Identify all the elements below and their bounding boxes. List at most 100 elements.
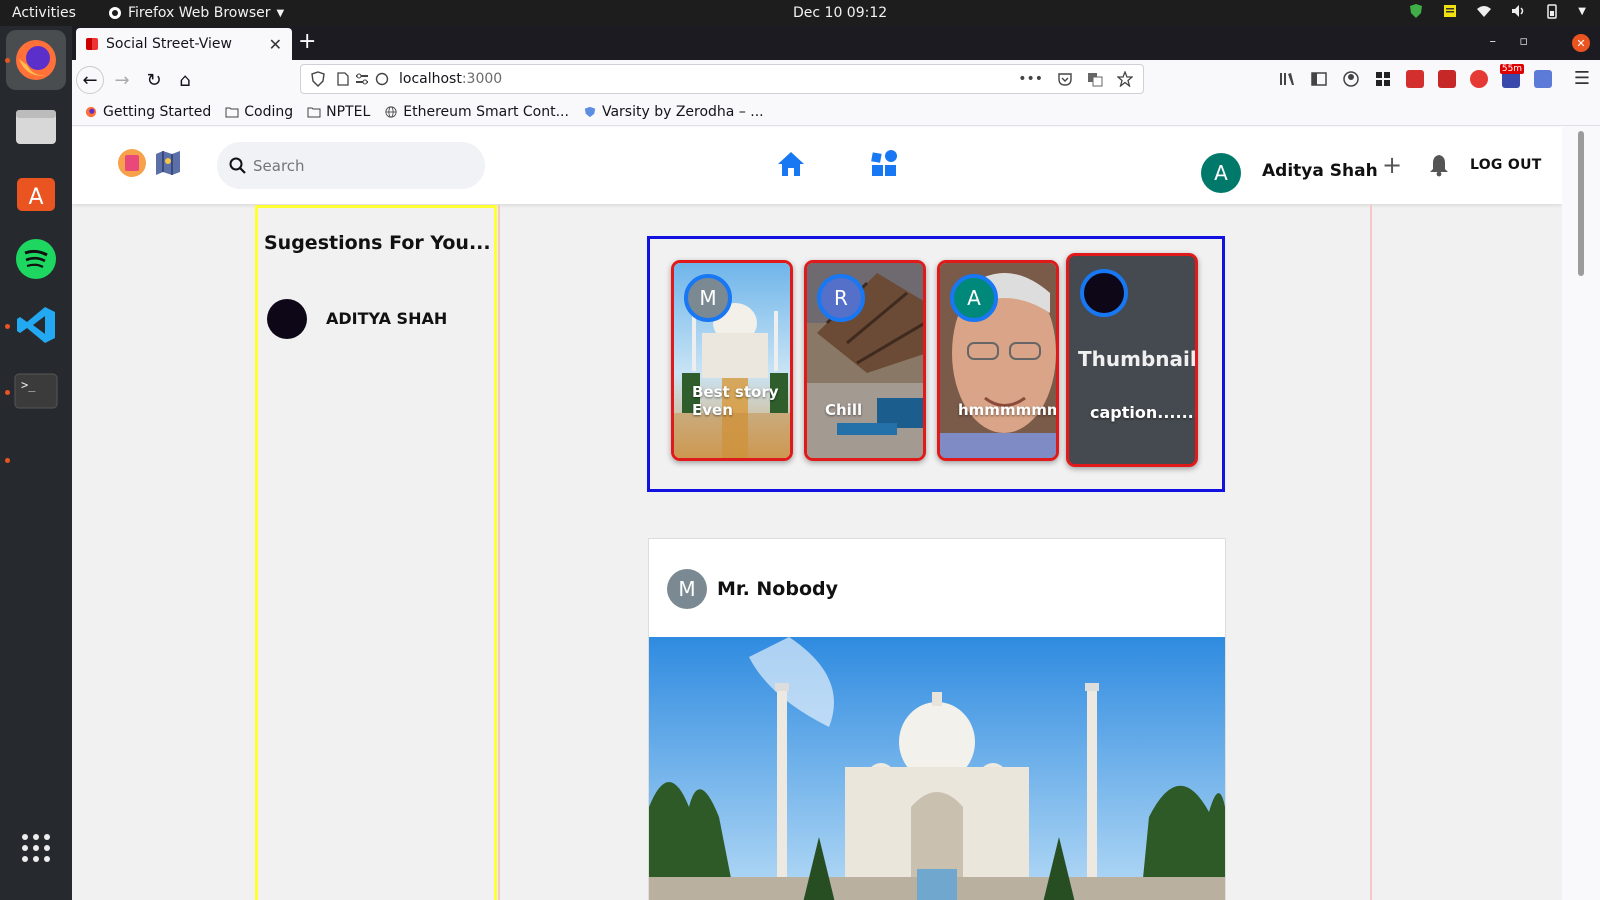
back-button[interactable]: ← [76, 66, 104, 94]
extensions-grid-icon[interactable] [1374, 70, 1392, 88]
show-applications-button[interactable] [6, 818, 66, 878]
vertical-scrollbar[interactable] [1562, 127, 1600, 900]
story-card[interactable]: M Best story Even [671, 260, 793, 461]
chevron-down-icon: ▼ [276, 7, 285, 19]
avatar: M [684, 274, 732, 322]
post-author[interactable]: Mr. Nobody [717, 578, 838, 600]
new-tab-button[interactable]: + [298, 31, 316, 53]
dock-spotify[interactable] [6, 229, 66, 289]
app-logo[interactable] [118, 149, 146, 177]
files-icon [16, 110, 56, 144]
tab-strip: Social Street-View ✕ + – ▫ ✕ [72, 26, 1600, 60]
post-image[interactable] [649, 637, 1225, 900]
translate-icon[interactable] [1087, 71, 1103, 87]
avatar [1080, 269, 1128, 317]
favicon-icon [86, 38, 98, 50]
app-header: A Aditya Shah + LOG OUT [72, 127, 1562, 204]
suggestions-sidebar: Sugestions For You... ADITYA SHAH [255, 205, 497, 900]
page-content: A Aditya Shah + LOG OUT Sugestions For Y… [72, 127, 1600, 900]
map-logo-icon[interactable] [154, 149, 182, 177]
bookmark-nptel[interactable]: NPTEL [307, 104, 370, 120]
firefox-icon [85, 106, 97, 117]
folder-icon [225, 107, 239, 117]
story-caption: caption...... [1090, 403, 1194, 422]
clock[interactable]: Dec 10 09:12 [793, 5, 887, 21]
shield-icon[interactable] [1408, 3, 1424, 19]
bookmark-label: Coding [244, 103, 294, 120]
close-window-button[interactable]: ✕ [1572, 34, 1590, 52]
dock-software[interactable]: A [6, 162, 66, 222]
dock-firefox[interactable] [6, 30, 66, 90]
extension-timer-icon[interactable]: 55m [1499, 63, 1525, 88]
home-button[interactable]: ⌂ [171, 66, 199, 94]
extension-pen-icon[interactable] [1437, 69, 1456, 88]
shield-icon[interactable] [311, 71, 325, 87]
search-input[interactable] [253, 156, 453, 175]
avatar[interactable] [267, 299, 307, 339]
software-store-icon: A [17, 178, 55, 211]
url-bar[interactable]: localhost:3000 ••• [300, 64, 1144, 94]
library-icon[interactable] [1278, 70, 1296, 88]
dock-files[interactable] [6, 96, 66, 156]
minimize-button[interactable]: – [1490, 34, 1497, 49]
bookmark-label: Getting Started [103, 103, 212, 120]
running-indicator [5, 58, 10, 63]
permissions-icon[interactable] [355, 72, 369, 86]
firefox-icon [109, 7, 121, 19]
translate-extension-icon[interactable] [1533, 69, 1552, 88]
page-icon[interactable] [337, 72, 349, 86]
vscode-icon [17, 307, 55, 343]
app-menu-label: Firefox Web Browser [128, 5, 271, 21]
screenshot-icon[interactable] [1469, 69, 1488, 88]
add-icon[interactable]: + [1382, 151, 1402, 179]
close-tab-icon[interactable]: ✕ [269, 35, 282, 54]
dock-terminal[interactable]: >_ [6, 361, 66, 421]
chevron-down-icon[interactable]: ▼ [1578, 6, 1586, 17]
extension-red-icon[interactable] [1405, 69, 1424, 88]
bookmark-getting-started[interactable]: Getting Started [84, 104, 211, 120]
maximize-button[interactable]: ▫ [1519, 34, 1528, 49]
wifi-icon[interactable] [1476, 3, 1492, 19]
category-icon[interactable] [869, 149, 899, 179]
search-icon [229, 157, 246, 174]
volume-icon[interactable] [1510, 3, 1526, 19]
bell-icon[interactable] [1428, 153, 1450, 177]
account-icon[interactable] [1342, 70, 1360, 88]
scrollbar-thumb[interactable] [1578, 131, 1584, 276]
page-actions-icon[interactable]: ••• [1018, 71, 1043, 87]
bookmark-coding[interactable]: Coding [225, 104, 293, 120]
info-icon[interactable] [375, 72, 389, 86]
terminal-icon: >_ [14, 373, 58, 409]
dock-vscode[interactable] [6, 295, 66, 355]
logout-button[interactable]: LOG OUT [1470, 157, 1542, 173]
bookmark-varsity[interactable]: Varsity by Zerodha – ... [583, 104, 764, 120]
activities-button[interactable]: Activities [12, 5, 76, 21]
forward-button[interactable]: → [108, 66, 136, 94]
story-card[interactable]: A hmmmmmm [937, 260, 1059, 461]
app-menu[interactable]: Firefox Web Browser ▼ [108, 5, 284, 21]
system-top-bar: Activities Firefox Web Browser ▼ Dec 10 … [0, 0, 1600, 26]
avatar[interactable]: M [667, 569, 707, 609]
notes-icon[interactable] [1442, 3, 1458, 19]
bookmark-star-icon[interactable] [1117, 71, 1133, 87]
user-name[interactable]: Aditya Shah [1262, 161, 1378, 181]
sidebar-icon[interactable] [1310, 70, 1328, 88]
user-avatar[interactable]: A [1201, 153, 1241, 193]
story-caption: hmmmmmm [958, 401, 1059, 419]
battery-icon[interactable] [1544, 3, 1560, 19]
url-text[interactable]: localhost:3000 [399, 71, 502, 87]
hamburger-menu-icon[interactable]: ☰ [1574, 68, 1590, 89]
shield-icon [584, 106, 596, 117]
story-card[interactable]: R Chill [804, 260, 926, 461]
reload-button[interactable]: ↻ [140, 66, 168, 94]
tab-social-street-view[interactable]: Social Street-View ✕ [76, 28, 292, 60]
story-card[interactable]: Thumbnail caption...... [1066, 253, 1198, 467]
pocket-icon[interactable] [1057, 71, 1073, 87]
suggestion-name[interactable]: ADITYA SHAH [326, 309, 447, 328]
search-box[interactable] [217, 142, 485, 189]
bookmark-ethereum[interactable]: Ethereum Smart Cont... [384, 104, 569, 120]
stories-container: M Best story Even R Chill A hmmmmmm Thum… [647, 236, 1225, 492]
story-title: Thumbnail [1078, 347, 1197, 371]
system-tray[interactable]: ▼ [1408, 3, 1586, 19]
home-icon[interactable] [776, 149, 806, 179]
